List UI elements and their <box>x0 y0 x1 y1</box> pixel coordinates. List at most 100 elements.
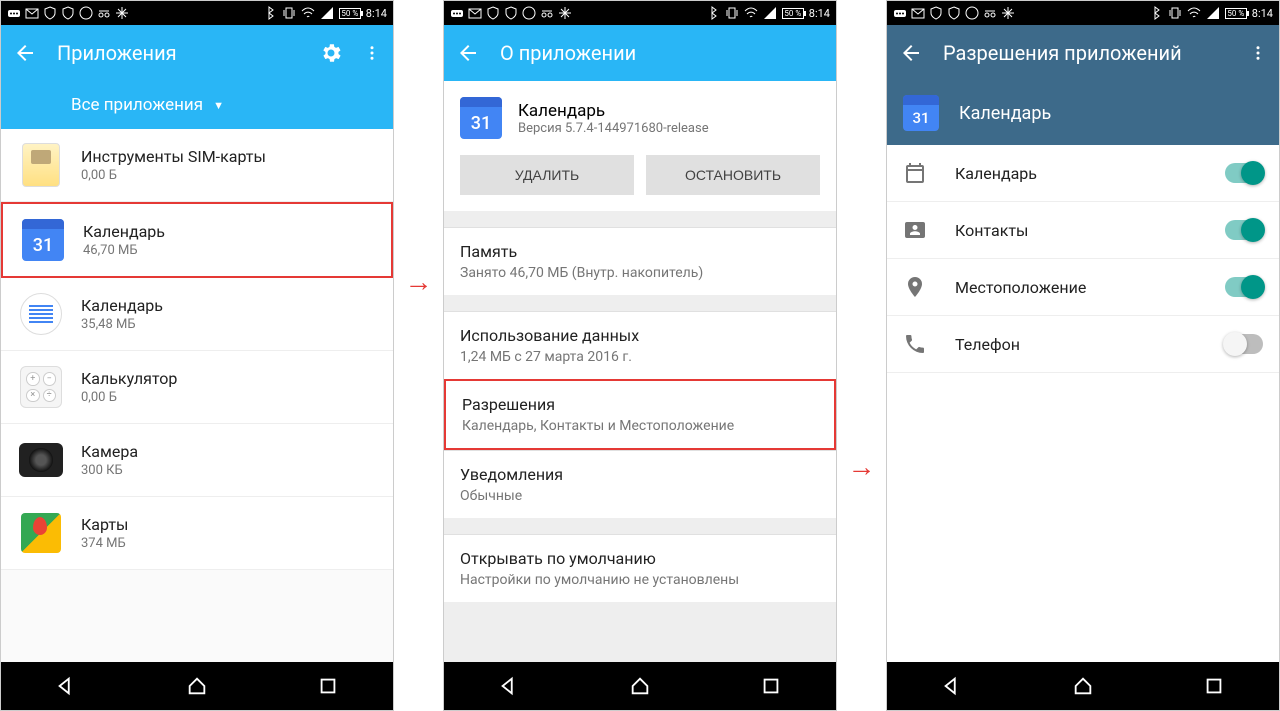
snow-icon <box>115 6 129 20</box>
more-icon <box>893 6 907 20</box>
item-subtitle: Занято 46,70 МБ (Внутр. накопитель) <box>460 265 820 281</box>
nav-back-icon[interactable] <box>498 675 520 697</box>
app-row-camera[interactable]: Камера300 КБ <box>1 424 393 497</box>
sim-icon <box>22 143 60 187</box>
nav-home-icon[interactable] <box>186 675 208 697</box>
shield-icon <box>486 6 500 20</box>
uninstall-button[interactable]: УДАЛИТЬ <box>460 155 634 195</box>
app-size: 374 МБ <box>81 536 377 551</box>
perm-label: Телефон <box>955 335 1225 354</box>
bluetooth-icon <box>706 6 720 20</box>
shield-icon <box>43 6 57 20</box>
calendar-icon: 31 <box>22 219 64 261</box>
status-bar: 50 % 8:14 <box>444 1 836 25</box>
perm-row-contacts[interactable]: Контакты <box>887 202 1279 259</box>
perm-row-phone[interactable]: Телефон <box>887 316 1279 373</box>
data-usage-item[interactable]: Использование данных 1,24 МБ с 27 марта … <box>444 311 836 379</box>
perm-toggle[interactable] <box>1225 220 1263 240</box>
app-bar: О приложении <box>444 25 836 81</box>
app-version: Версия 5.7.4-144971680-release <box>518 121 709 136</box>
nav-back-icon[interactable] <box>941 675 963 697</box>
wifi-icon <box>1187 6 1201 20</box>
gear-icon[interactable] <box>319 41 343 65</box>
incognito-icon <box>540 6 554 20</box>
perm-label: Календарь <box>955 164 1225 183</box>
bluetooth-icon <box>263 6 277 20</box>
perm-toggle[interactable] <box>1225 277 1263 297</box>
gmail-icon <box>911 6 925 20</box>
apps-list: Инструменты SIM-карты0,00 Б 31 Календарь… <box>1 129 393 662</box>
contacts-perm-icon <box>903 218 927 242</box>
calendar-perm-icon <box>903 161 927 185</box>
app-row-calendar2[interactable]: Календарь35,48 МБ <box>1 278 393 351</box>
nav-bar <box>444 662 836 710</box>
open-by-default-item[interactable]: Открывать по умолчанию Настройки по умол… <box>444 534 836 602</box>
app-size: 35,48 МБ <box>81 317 377 332</box>
signal-icon <box>763 6 777 20</box>
app-bar: Приложения <box>1 25 393 81</box>
perm-label: Контакты <box>955 221 1225 240</box>
nav-home-icon[interactable] <box>1072 675 1094 697</box>
app-row-calendar[interactable]: 31 Календарь46,70 МБ <box>1 202 393 278</box>
force-stop-button[interactable]: ОСТАНОВИТЬ <box>646 155 820 195</box>
shield2-icon <box>947 6 961 20</box>
app-row-calculator[interactable]: +−×÷ Калькулятор0,00 Б <box>1 351 393 424</box>
item-subtitle: Настройки по умолчанию не установлены <box>460 572 820 588</box>
nav-recent-icon[interactable] <box>760 675 782 697</box>
back-icon[interactable] <box>13 41 37 65</box>
item-title: Память <box>460 242 820 261</box>
back-icon[interactable] <box>899 41 923 65</box>
back-icon[interactable] <box>456 41 480 65</box>
calendar2-icon <box>20 293 62 335</box>
clock-text: 8:14 <box>366 7 387 20</box>
location-perm-icon <box>903 275 927 299</box>
app-row-sim[interactable]: Инструменты SIM-карты0,00 Б <box>1 129 393 202</box>
app-name: Календарь <box>959 103 1051 124</box>
perm-label: Местоположение <box>955 278 1225 297</box>
item-title: Использование данных <box>460 326 820 345</box>
bluetooth-icon <box>1149 6 1163 20</box>
apps-filter-dropdown[interactable]: Все приложения ▼ <box>1 81 393 129</box>
perm-row-calendar[interactable]: Календарь <box>887 145 1279 202</box>
status-bar: 50 % 8:14 <box>1 1 393 25</box>
overflow-icon[interactable] <box>363 41 381 65</box>
shield2-icon <box>504 6 518 20</box>
perm-row-location[interactable]: Местоположение <box>887 259 1279 316</box>
app-bar-title: Разрешения приложений <box>943 41 1229 65</box>
item-subtitle: 1,24 МБ с 27 марта 2016 г. <box>460 349 820 365</box>
battery-icon: 50 % <box>339 8 361 19</box>
gmail-icon <box>468 6 482 20</box>
wifi2-icon <box>79 6 93 20</box>
nav-home-icon[interactable] <box>629 675 651 697</box>
storage-item[interactable]: Память Занято 46,70 МБ (Внутр. накопител… <box>444 227 836 295</box>
nav-back-icon[interactable] <box>55 675 77 697</box>
app-size: 46,70 МБ <box>83 243 375 258</box>
nav-recent-icon[interactable] <box>317 675 339 697</box>
shield2-icon <box>61 6 75 20</box>
phone-screen-apps: 50 % 8:14 Приложения Все приложения ▼ Ин… <box>0 0 394 711</box>
permissions-app-header: 31 Календарь <box>887 81 1279 145</box>
app-info-content: 31 Календарь Версия 5.7.4-144971680-rele… <box>444 81 836 662</box>
perm-toggle[interactable] <box>1225 334 1263 354</box>
chevron-down-icon: ▼ <box>213 99 224 112</box>
notifications-item[interactable]: Уведомления Обычные <box>444 450 836 518</box>
permissions-list: Календарь Контакты Местоположение Телефо… <box>887 145 1279 662</box>
nav-recent-icon[interactable] <box>1203 675 1225 697</box>
permissions-item[interactable]: Разрешения Календарь, Контакты и Местопо… <box>444 379 836 450</box>
overflow-icon[interactable] <box>1249 41 1267 65</box>
flow-arrow: → <box>394 265 443 298</box>
phone-screen-app-info: 50 % 8:14 О приложении 31 Календарь Верс… <box>443 0 837 711</box>
gmail-icon <box>25 6 39 20</box>
battery-icon: 50 % <box>1225 8 1247 19</box>
app-row-maps[interactable]: Карты374 МБ <box>1 497 393 570</box>
item-subtitle: Обычные <box>460 488 820 504</box>
signal-icon <box>1206 6 1220 20</box>
snow-icon <box>1001 6 1015 20</box>
perm-toggle[interactable] <box>1225 163 1263 183</box>
incognito-icon <box>983 6 997 20</box>
item-title: Открывать по умолчанию <box>460 549 820 568</box>
flow-arrow: → <box>837 450 886 483</box>
app-bar-title: Приложения <box>57 41 299 65</box>
vibrate-icon <box>1168 6 1182 20</box>
calendar-icon: 31 <box>460 97 502 139</box>
